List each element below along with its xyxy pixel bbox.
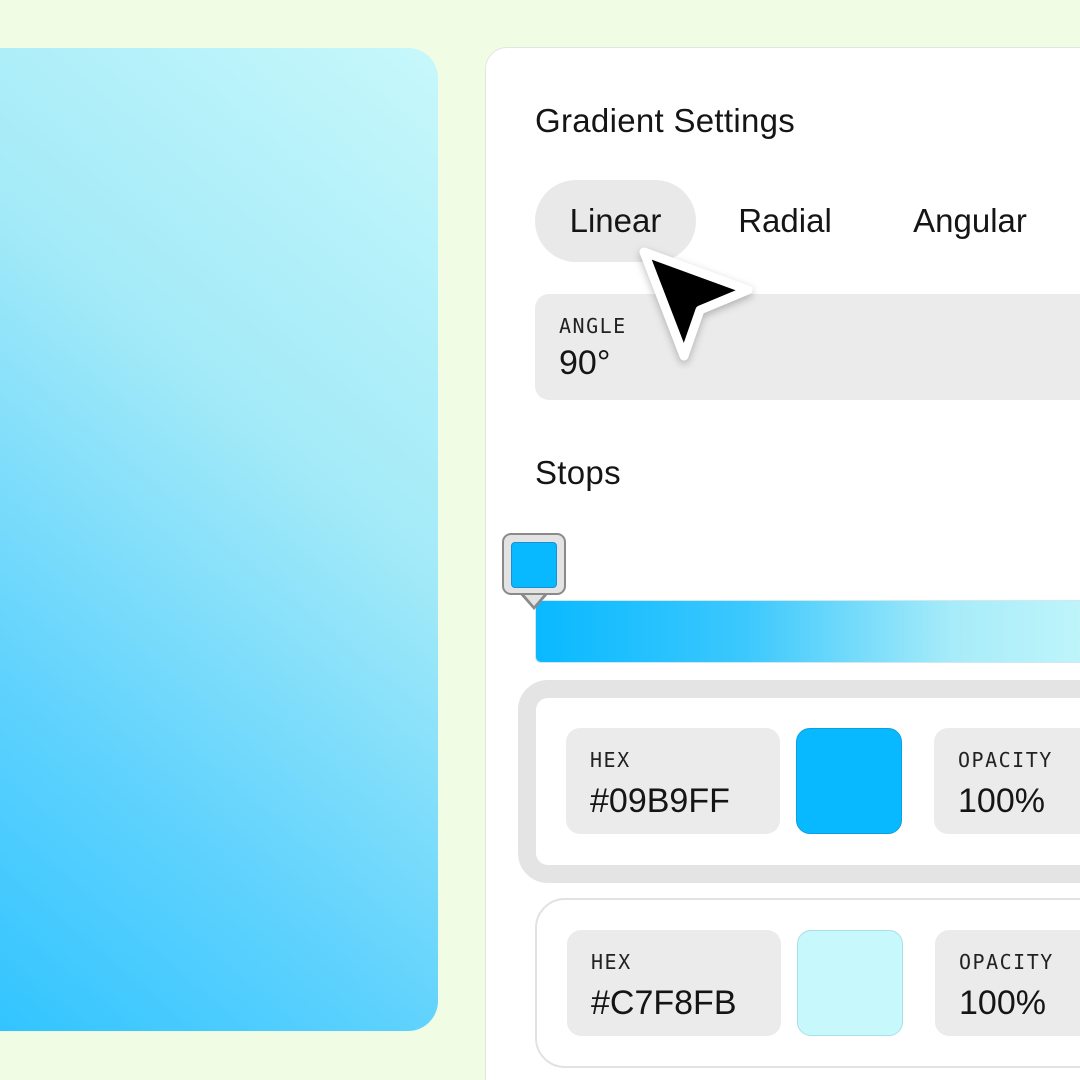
stop-2-opacity-field[interactable]: OPACITY 100% (935, 930, 1080, 1036)
tab-angular[interactable]: Angular (890, 180, 1050, 262)
stop-1-opacity-field[interactable]: OPACITY 100% (934, 728, 1080, 834)
gradient-editor: Gradient Settings Linear Radial Angular … (0, 0, 1080, 1080)
stop-2-hex-value: #C7F8FB (591, 984, 737, 1022)
stop-1-hex-value: #09B9FF (590, 782, 730, 820)
stop-2-opacity-label: OPACITY (959, 950, 1054, 974)
gradient-settings-title: Gradient Settings (535, 102, 796, 139)
mouse-pointer-icon (639, 247, 753, 361)
gradient-bar[interactable] (535, 600, 1080, 663)
stop-2-color-swatch[interactable] (797, 930, 903, 1036)
color-stop-handle[interactable] (502, 533, 566, 595)
stop-2-opacity-value: 100% (959, 984, 1046, 1022)
stop-card-1[interactable]: HEX #09B9FF OPACITY 100% (518, 680, 1080, 883)
stop-1-hex-field[interactable]: HEX #09B9FF (566, 728, 780, 834)
angle-value: 90° (559, 344, 611, 382)
stop-card-2[interactable]: HEX #C7F8FB OPACITY 100% (535, 898, 1080, 1068)
stop-1-opacity-value: 100% (958, 782, 1045, 820)
stops-title: Stops (535, 454, 621, 491)
stop-2-hex-field[interactable]: HEX #C7F8FB (567, 930, 781, 1036)
angle-label: ANGLE (559, 314, 627, 338)
stop-1-color-swatch[interactable] (796, 728, 902, 834)
stop-1-opacity-label: OPACITY (958, 748, 1053, 772)
color-stop-handle-swatch (511, 542, 557, 588)
angle-field[interactable]: ANGLE 90° (535, 294, 1080, 400)
stop-2-hex-label: HEX (591, 950, 632, 974)
gradient-preview (0, 48, 438, 1031)
stop-1-hex-label: HEX (590, 748, 631, 772)
